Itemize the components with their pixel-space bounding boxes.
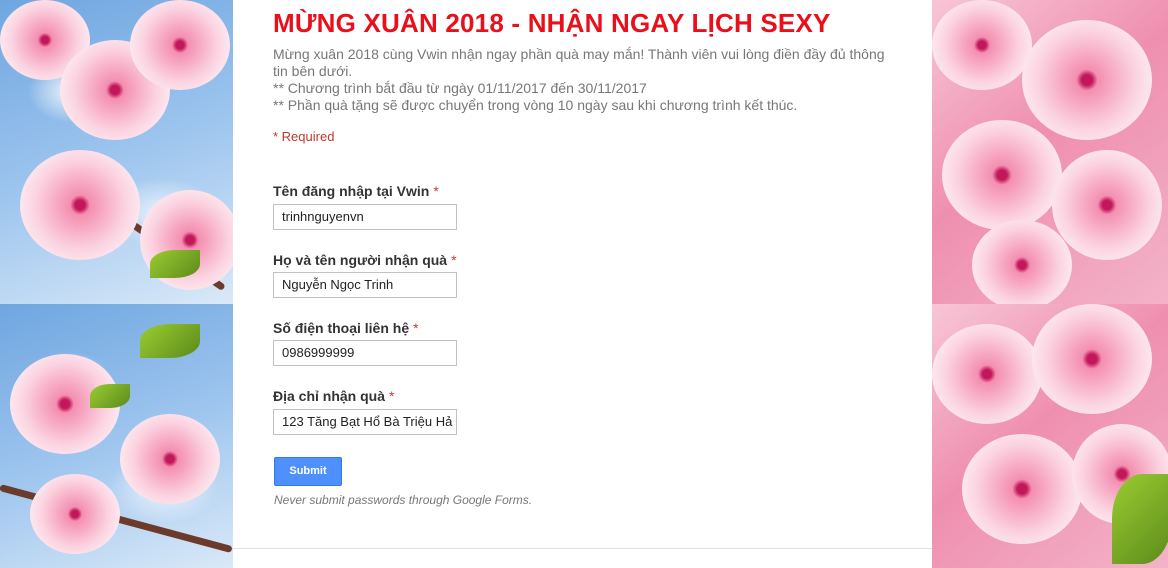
description-line: ** Phần quà tặng sẽ được chuyển trong vò… bbox=[273, 97, 798, 113]
required-asterisk: * bbox=[451, 252, 457, 268]
password-disclaimer: Never submit passwords through Google Fo… bbox=[274, 493, 533, 507]
divider bbox=[233, 548, 932, 549]
phone-input[interactable]: 0986999999 bbox=[273, 340, 457, 366]
field-label-text: Địa chỉ nhận quà bbox=[273, 388, 386, 404]
address-input[interactable]: 123 Tăng Bạt Hổ Bà Triệu Hả bbox=[273, 409, 457, 435]
description-line: Mừng xuân 2018 cùng Vwin nhận ngay phần … bbox=[273, 46, 885, 79]
field-label-text: Họ và tên người nhận quà bbox=[273, 252, 448, 268]
required-asterisk: * bbox=[413, 320, 419, 336]
form-card: MỪNG XUÂN 2018 - NHẬN NGAY LỊCH SEXY Mừn… bbox=[233, 0, 932, 568]
required-note: * Required bbox=[273, 129, 335, 144]
phone-label: Số điện thoại liên hệ * bbox=[273, 320, 419, 336]
form-description: Mừng xuân 2018 cùng Vwin nhận ngay phần … bbox=[273, 46, 893, 114]
field-label-text: Số điện thoại liên hệ bbox=[273, 320, 410, 336]
background-blossom-tile-bottom-right bbox=[932, 304, 1168, 568]
username-label: Tên đăng nhập tại Vwin * bbox=[273, 183, 439, 199]
submit-button[interactable]: Submit bbox=[274, 457, 342, 486]
recipient-name-input[interactable]: Nguyễn Ngọc Trinh bbox=[273, 272, 457, 298]
username-input[interactable]: trinhnguyenvn bbox=[273, 204, 457, 230]
background-blossom-tile-bottom-left bbox=[0, 304, 233, 568]
required-asterisk: * bbox=[433, 183, 439, 199]
description-line: ** Chương trình bắt đầu từ ngày 01/11/20… bbox=[273, 80, 647, 96]
form-title: MỪNG XUÂN 2018 - NHẬN NGAY LỊCH SEXY bbox=[273, 8, 831, 38]
address-label: Địa chỉ nhận quà * bbox=[273, 388, 394, 404]
field-label-text: Tên đăng nhập tại Vwin bbox=[273, 183, 430, 199]
required-asterisk: * bbox=[389, 388, 395, 404]
background-blossom-tile-top-right bbox=[932, 0, 1168, 304]
recipient-name-label: Họ và tên người nhận quà * bbox=[273, 252, 457, 268]
background-blossom-tile-top-left bbox=[0, 0, 233, 304]
